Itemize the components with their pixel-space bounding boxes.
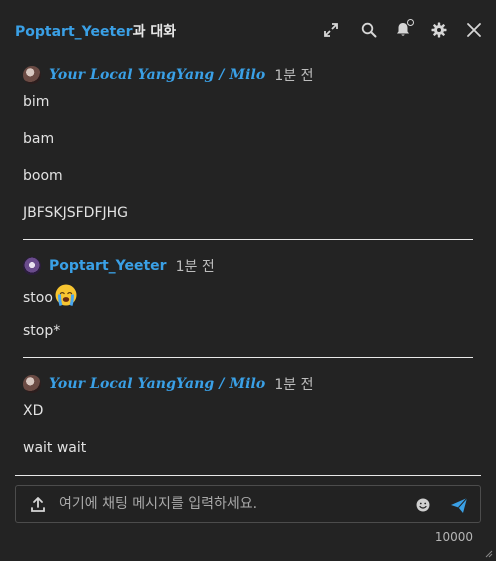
avatar[interactable] xyxy=(23,66,41,84)
search-button[interactable] xyxy=(358,19,380,41)
message-time: 1분 전 xyxy=(274,68,314,84)
message-text-content: stoo xyxy=(23,290,53,306)
message-text: bim xyxy=(23,94,50,110)
message-username[interactable]: Your Local YangYang / Milo xyxy=(49,67,265,83)
message-text: stoo xyxy=(23,283,78,311)
message-text: wait wait xyxy=(23,440,87,456)
bell-icon xyxy=(397,19,414,36)
chat-message-input[interactable] xyxy=(59,489,399,519)
gear-icon xyxy=(431,22,447,38)
expand-icon xyxy=(324,23,338,37)
send-button[interactable] xyxy=(448,494,470,516)
crying-face-icon xyxy=(54,283,78,311)
avatar[interactable] xyxy=(23,375,41,393)
message-text: JBFSKJSFDFJHG xyxy=(23,205,129,221)
message-username[interactable]: Your Local YangYang / Milo xyxy=(49,376,265,392)
settings-button[interactable] xyxy=(428,19,450,41)
message-text: XD xyxy=(23,403,44,419)
chat-header: Poptart_Yeeter과 대화 xyxy=(0,0,496,62)
smiley-icon xyxy=(416,498,430,512)
chat-partner-name[interactable]: Poptart_Yeeter xyxy=(15,24,133,40)
message-meta: Poptart_Yeeter 1분 전 xyxy=(23,256,215,276)
notifications-button[interactable] xyxy=(393,19,415,41)
avatar[interactable] xyxy=(23,257,41,275)
send-icon xyxy=(451,497,468,513)
chat-title-suffix: 과 대화 xyxy=(132,24,177,40)
search-icon xyxy=(361,22,377,38)
close-icon xyxy=(467,23,481,37)
message-username[interactable]: Poptart_Yeeter xyxy=(49,258,167,274)
message-divider xyxy=(23,239,473,240)
message-text: stop* xyxy=(23,323,61,339)
upload-icon xyxy=(31,497,45,512)
message-text: boom xyxy=(23,168,63,184)
emoji-button[interactable] xyxy=(413,495,433,515)
close-button[interactable] xyxy=(463,19,485,41)
message-meta: Your Local YangYang / Milo 1분 전 xyxy=(23,65,313,85)
message-text: bam xyxy=(23,131,55,147)
expand-button[interactable] xyxy=(320,19,342,41)
resize-handle-icon[interactable] xyxy=(484,549,493,558)
chat-title: Poptart_Yeeter과 대화 xyxy=(15,21,176,41)
upload-button[interactable] xyxy=(28,495,48,515)
composer-divider xyxy=(15,475,481,476)
char-limit-counter: 10000 xyxy=(434,530,473,544)
message-composer xyxy=(15,485,481,523)
message-time: 1분 전 xyxy=(274,377,314,393)
message-time: 1분 전 xyxy=(175,259,215,275)
message-list[interactable]: Your Local YangYang / Milo 1분 전 bim bam … xyxy=(0,62,496,476)
message-meta: Your Local YangYang / Milo 1분 전 xyxy=(23,374,313,394)
message-divider xyxy=(23,357,473,358)
